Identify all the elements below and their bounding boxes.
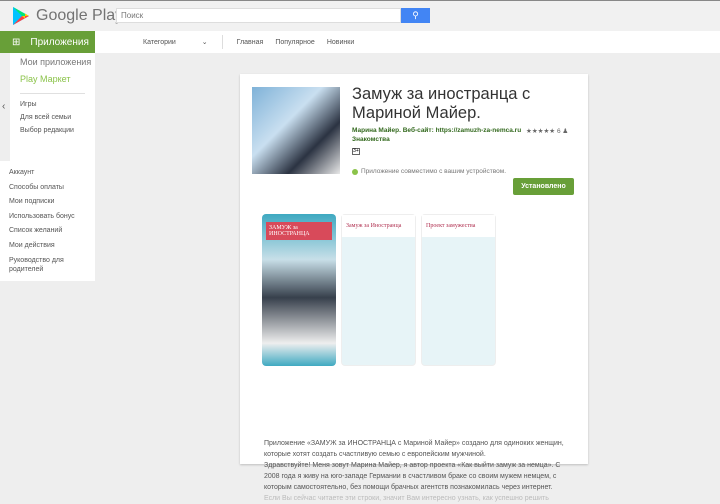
nav-bar: Категории ⌄ Главная Популярное Новинки xyxy=(95,31,720,53)
wishlist-link[interactable]: Список желаний xyxy=(9,226,95,235)
screenshot-2[interactable]: Замуж за Иностранца xyxy=(341,214,416,366)
stars-icon: ★★★★★ xyxy=(526,128,556,135)
category-link[interactable]: Знакомства xyxy=(352,136,390,143)
nav-home[interactable]: Главная xyxy=(237,39,264,46)
google-play-logo[interactable]: Google Play xyxy=(12,6,123,26)
screenshot-1[interactable]: ЗАМУЖ за ИНОСТРАНЦА xyxy=(262,214,336,366)
person-icon: ♟ xyxy=(562,128,569,135)
search-icon: ⚲ xyxy=(412,10,419,20)
app-description: Приложение «ЗАМУЖ за ИНОСТРАНЦА с Марино… xyxy=(264,440,564,502)
screenshot-3[interactable]: Проект замужества xyxy=(421,214,496,366)
app-title: Замуж за иностранца с Мариной Майер. xyxy=(352,85,531,122)
compat-note: Приложение совместимо с вашим устройство… xyxy=(352,168,506,175)
activity-link[interactable]: Мои действия xyxy=(9,241,95,250)
apps-label: Приложения xyxy=(30,36,89,48)
account-menu: Аккаунт Способы оплаты Мои подписки Испо… xyxy=(0,161,95,281)
apps-tab[interactable]: ⊞ Приложения xyxy=(0,31,95,53)
top-bar: Google Play Поиск ⚲ xyxy=(0,1,720,31)
my-apps-link[interactable]: Мои приложения xyxy=(20,57,95,68)
payment-link[interactable]: Способы оплаты xyxy=(9,183,95,192)
play-logo-icon xyxy=(13,7,29,25)
sidebar: Мои приложения Play Маркет Игры Для всей… xyxy=(10,53,95,161)
app-icon xyxy=(252,87,340,174)
nav-popular[interactable]: Популярное xyxy=(275,39,314,46)
collapse-sidebar-icon[interactable]: ‹ xyxy=(2,101,5,112)
search-input[interactable]: Поиск xyxy=(116,8,401,23)
rating: ★★★★★ 6 ♟ xyxy=(526,128,569,135)
divider xyxy=(20,93,85,94)
nav-new[interactable]: Новинки xyxy=(327,39,354,46)
subscriptions-link[interactable]: Мои подписки xyxy=(9,197,95,206)
content-rating-badge-icon: 3+ xyxy=(352,148,360,155)
categories-menu[interactable]: Категории ⌄ xyxy=(119,38,208,46)
app-card: Замуж за иностранца с Мариной Майер. Мар… xyxy=(240,74,588,502)
parent-guide-link[interactable]: Руководство для родителей xyxy=(9,256,95,274)
play-market-link[interactable]: Play Маркет xyxy=(20,74,95,84)
sidebar-item-family[interactable]: Для всей семьи xyxy=(20,114,95,121)
apps-grid-icon: ⊞ xyxy=(12,36,21,48)
brand-name: Google Play xyxy=(36,7,124,24)
install-button[interactable]: Установлено xyxy=(513,178,574,195)
search-button[interactable]: ⚲ xyxy=(401,8,430,23)
info-icon xyxy=(352,168,358,175)
sidebar-item-games[interactable]: Игры xyxy=(20,101,95,108)
redeem-link[interactable]: Использовать бонус xyxy=(9,212,95,221)
account-link[interactable]: Аккаунт xyxy=(9,168,95,177)
chevron-down-icon: ⌄ xyxy=(201,39,208,46)
sidebar-item-editors[interactable]: Выбор редакции xyxy=(20,127,95,134)
developer-link[interactable]: Марина Майер. Веб-сайт: https://zamuzh-z… xyxy=(352,127,521,134)
divider xyxy=(221,35,223,49)
